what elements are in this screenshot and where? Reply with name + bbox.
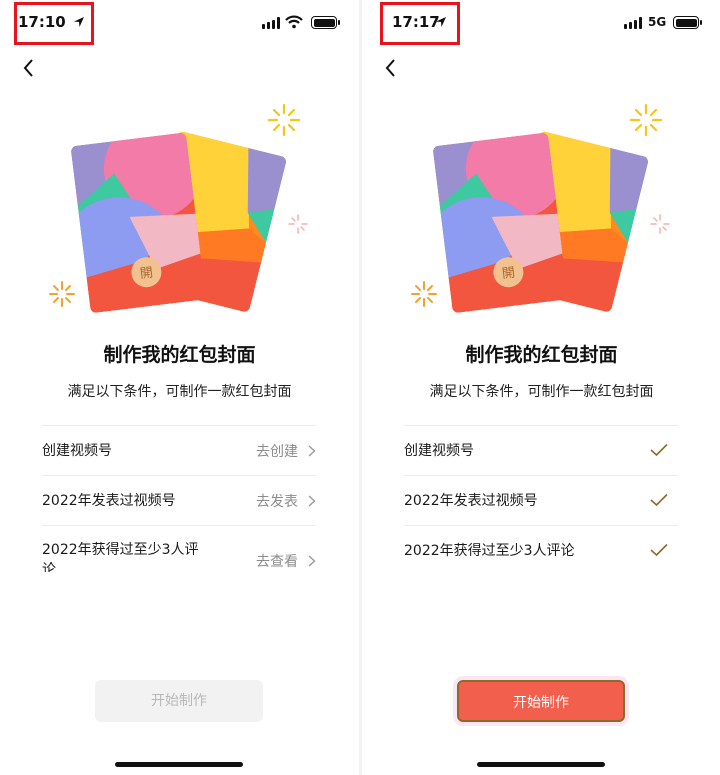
- start-create-button[interactable]: 开始制作: [457, 680, 625, 722]
- chevron-right-icon: [308, 495, 316, 507]
- condition-label: 2022年获得过至少3人评论: [42, 542, 199, 572]
- start-create-button[interactable]: 开始制作: [95, 680, 263, 722]
- envelope-seal: 開: [139, 265, 154, 281]
- battery-icon: [673, 16, 702, 29]
- condition-label: 2022年获得过至少3人评论: [404, 543, 575, 559]
- condition-list: 创建视频号 2022年发表过视频号 2022年获得过至少3人评论: [404, 425, 678, 585]
- network-type: 5G: [648, 15, 667, 29]
- wifi-icon: [285, 15, 303, 29]
- page-subtitle: 满足以下条件，可制作一款红包封面: [429, 384, 654, 400]
- sparkle-icon: [288, 214, 308, 234]
- red-envelope-illustration: 開: [49, 103, 308, 314]
- back-chevron-icon[interactable]: [378, 55, 404, 81]
- condition-label: 2022年发表过视频号: [42, 493, 176, 509]
- condition-row: 创建视频号 去创建: [42, 425, 316, 475]
- sparkle-icon: [267, 103, 301, 137]
- publish-video-link[interactable]: 去发表: [256, 490, 316, 512]
- condition-action-label: 去发表: [256, 494, 298, 510]
- condition-label: 创建视频号: [42, 443, 112, 459]
- condition-action-label: 去创建: [256, 444, 298, 460]
- signal-icon: [262, 17, 280, 29]
- chevron-right-icon: [308, 445, 316, 457]
- home-indicator: [477, 762, 605, 767]
- page-subtitle: 满足以下条件，可制作一款红包封面: [67, 384, 292, 400]
- checkmark-icon: [650, 443, 668, 457]
- condition-row: 2022年发表过视频号: [404, 475, 678, 525]
- condition-row: 2022年获得过至少3人评论: [404, 525, 678, 585]
- condition-list: 创建视频号 去创建 2022年发表过视频号 去发表 2022年获得过至少3人评论…: [42, 425, 316, 585]
- condition-label: 创建视频号: [404, 443, 474, 459]
- condition-row: 2022年发表过视频号 去发表: [42, 475, 316, 525]
- red-envelope-illustration: 開: [411, 103, 670, 314]
- signal-icon: [624, 17, 642, 29]
- location-arrow-icon: [74, 17, 84, 27]
- sparkle-icon: [629, 103, 663, 137]
- view-comments-link[interactable]: 去查看: [256, 550, 316, 572]
- home-indicator: [115, 762, 243, 767]
- status-bar: 17:10: [0, 0, 359, 46]
- location-arrow-icon: [436, 17, 446, 27]
- status-time: 17:10: [18, 13, 66, 31]
- battery-icon: [311, 16, 340, 29]
- status-time: 17:17: [392, 13, 440, 31]
- condition-row: 创建视频号: [404, 425, 678, 475]
- condition-row: 2022年获得过至少3人评论 去查看: [42, 525, 316, 585]
- checkmark-icon: [650, 543, 668, 557]
- condition-action-label: 去查看: [256, 554, 298, 570]
- screen-before: 17:10 開 制作我的红包封面 满足以下条件，可制作一款红包封面 创建视频号 …: [0, 0, 359, 775]
- status-bar: 17:17 5G: [362, 0, 720, 46]
- checkmark-icon: [650, 493, 668, 507]
- screen-after: 17:17 5G 開 制作我的红包封面 满足以下条件，可制作一款红包封面 创建视…: [362, 0, 720, 775]
- condition-label: 2022年发表过视频号: [404, 493, 538, 509]
- sparkle-icon: [49, 281, 75, 307]
- back-chevron-icon[interactable]: [16, 55, 42, 81]
- chevron-right-icon: [308, 555, 316, 567]
- sparkle-icon: [650, 214, 670, 234]
- envelope-seal: 開: [501, 265, 516, 281]
- page-title: 制作我的红包封面: [103, 344, 256, 366]
- create-channel-link[interactable]: 去创建: [256, 440, 316, 462]
- sparkle-icon: [411, 281, 437, 307]
- page-title: 制作我的红包封面: [465, 344, 618, 366]
